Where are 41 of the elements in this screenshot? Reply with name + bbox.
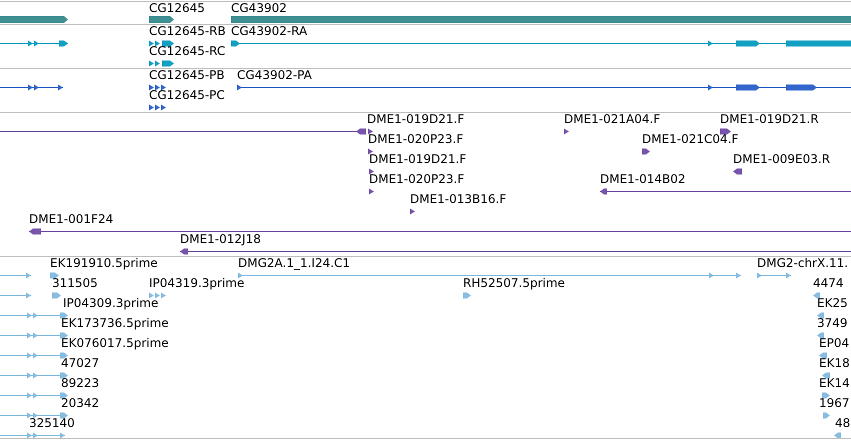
feature-label: DME1-001F24: [29, 212, 114, 226]
feature-label: CG12645-PB: [149, 69, 225, 82]
feature-label: EK14: [819, 376, 850, 390]
feature-label: EK191910.5prime: [50, 257, 158, 270]
feature-label: EK25: [817, 296, 848, 310]
feature-label: DME1-019D21.F: [367, 113, 464, 126]
feature-label: DMG2A.1_1.I24.C1: [238, 257, 350, 270]
feature-label: 48: [835, 416, 850, 430]
feature-label: 89223: [61, 376, 100, 390]
feature-label: CG12645-PC: [149, 88, 225, 102]
feature-label: CG43902-RA: [231, 25, 308, 38]
feature-label: 47027: [61, 356, 100, 370]
feature-label: DME1-014B02: [600, 172, 686, 186]
feature-label: EK076017.5prime: [61, 336, 169, 350]
feature-label: CG12645: [149, 2, 205, 15]
feature-label: DME1-021A04.F: [564, 113, 660, 126]
feature-label: DMG2-chrX.11.: [757, 257, 848, 270]
feature-label: 3749: [817, 316, 848, 330]
feature-label: 20342: [61, 396, 100, 410]
feature-label: EP04: [819, 336, 850, 350]
feature-label: DME1-019D21.R: [720, 113, 819, 126]
feature-label: CG43902-PA: [237, 69, 312, 82]
feature-label: RH52507.5prime: [463, 276, 565, 290]
feature-label: EK173736.5prime: [61, 316, 169, 330]
feature-label: IP04309.3prime: [63, 296, 158, 310]
feature-label: DME1-020P23.F: [369, 172, 464, 186]
feature-label: DME1-019D21.F: [369, 152, 466, 166]
feature-label: CG43902: [231, 2, 287, 15]
feature-label: EK18: [819, 356, 850, 370]
feature-label: 4474: [813, 276, 844, 290]
feature-label: IP04319.3prime: [149, 276, 244, 290]
feature-label: DME1-020P23.F: [368, 132, 464, 146]
feature-label: DME1-021C04.F: [642, 132, 738, 146]
feature-label: 311505: [52, 276, 98, 290]
feature-label: DME1-012J18: [180, 232, 261, 246]
feature-label: DME1-009E03.R: [733, 152, 830, 166]
feature-label: CG12645-RB: [149, 25, 226, 38]
feature-label: DME1-013B16.F: [410, 192, 506, 206]
feature-label: CG12645-RC: [149, 44, 226, 58]
feature-label: 1967: [819, 396, 850, 410]
feature-label: 325140: [29, 416, 75, 430]
